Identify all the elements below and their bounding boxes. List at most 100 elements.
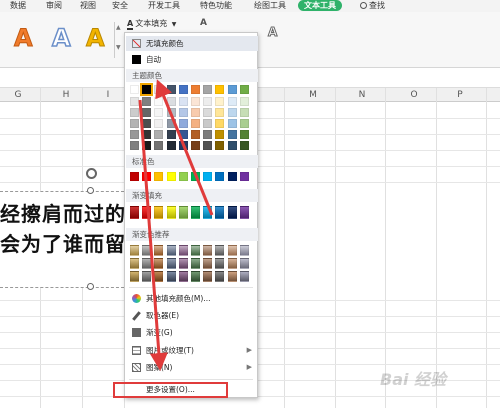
gradient-fill-swatch[interactable] [191, 206, 200, 219]
theme-color-swatch[interactable] [215, 108, 225, 117]
theme-color-swatch[interactable] [191, 85, 200, 94]
theme-color-swatch[interactable] [130, 97, 139, 106]
theme-color-swatch[interactable] [239, 85, 249, 94]
theme-color-swatch[interactable] [203, 141, 213, 150]
theme-color-swatch[interactable] [227, 130, 237, 139]
picture-texture-option[interactable]: 图片或纹理(T) ▶ [126, 343, 258, 358]
gradient-recommend-swatch[interactable] [154, 258, 164, 269]
column-header-n[interactable]: N [352, 88, 372, 102]
standard-color-swatch[interactable] [130, 172, 139, 181]
gradient-fill-swatch[interactable] [130, 206, 139, 219]
theme-color-swatch[interactable] [215, 97, 225, 106]
theme-color-swatch[interactable] [130, 108, 139, 117]
auto-color-option[interactable]: 自动 [126, 52, 258, 67]
theme-color-swatch[interactable] [239, 130, 249, 139]
gradient-recommend-swatch[interactable] [227, 245, 237, 256]
standard-color-swatch[interactable] [142, 172, 152, 181]
theme-color-swatch[interactable] [130, 130, 139, 139]
theme-color-swatch[interactable] [154, 108, 164, 117]
standard-color-swatch[interactable] [191, 172, 200, 181]
column-header-i[interactable]: I [98, 88, 118, 102]
gradient-option[interactable]: 渐变(G) [126, 325, 258, 340]
theme-color-swatch[interactable] [227, 141, 237, 150]
tab-view[interactable]: 视图 [80, 0, 96, 12]
theme-color-swatch[interactable] [130, 85, 139, 94]
theme-color-swatch[interactable] [203, 97, 213, 106]
standard-color-swatch[interactable] [227, 172, 237, 181]
text-style-orange[interactable]: A [14, 24, 34, 53]
theme-color-swatch[interactable] [166, 130, 176, 139]
theme-color-swatch[interactable] [178, 97, 188, 106]
theme-color-swatch[interactable] [140, 83, 154, 96]
gradient-recommend-swatch[interactable] [166, 245, 176, 256]
gradient-recommend-swatch[interactable] [227, 271, 237, 282]
eyedropper-option[interactable]: 取色器(E) [126, 308, 258, 323]
theme-color-swatch[interactable] [166, 119, 176, 128]
column-header-p[interactable]: P [450, 88, 470, 102]
theme-color-swatch[interactable] [215, 141, 225, 150]
theme-color-swatch[interactable] [154, 97, 164, 106]
gradient-fill-swatch[interactable] [154, 206, 164, 219]
column-header-m[interactable]: M [303, 88, 323, 102]
theme-color-swatch[interactable] [142, 97, 152, 106]
gradient-recommend-swatch[interactable] [178, 245, 188, 256]
theme-color-swatch[interactable] [215, 119, 225, 128]
theme-color-swatch[interactable] [166, 108, 176, 117]
theme-color-swatch[interactable] [239, 108, 249, 117]
gradient-recommend-swatch[interactable] [239, 271, 249, 282]
column-header-g[interactable]: G [8, 88, 28, 102]
tab-review[interactable]: 审阅 [46, 0, 62, 12]
theme-color-swatch[interactable] [203, 85, 213, 94]
tab-data[interactable]: 数据 [10, 0, 26, 12]
text-fill-button[interactable]: A 文本填充 ▼ [127, 17, 176, 31]
standard-color-swatch[interactable] [166, 172, 176, 181]
theme-color-swatch[interactable] [166, 85, 176, 94]
theme-color-swatch[interactable] [142, 130, 152, 139]
gradient-recommend-swatch[interactable] [142, 258, 152, 269]
theme-color-swatch[interactable] [191, 108, 200, 117]
gradient-recommend-swatch[interactable] [142, 271, 152, 282]
theme-color-swatch[interactable] [154, 85, 164, 94]
resize-handle-top[interactable] [87, 187, 94, 194]
theme-color-swatch[interactable] [178, 119, 188, 128]
theme-color-swatch[interactable] [239, 97, 249, 106]
tab-security[interactable]: 安全 [112, 0, 128, 12]
gradient-recommend-swatch[interactable] [227, 258, 237, 269]
gradient-fill-swatch[interactable] [142, 206, 152, 219]
gradient-recommend-swatch[interactable] [203, 245, 213, 256]
standard-color-swatch[interactable] [239, 172, 249, 181]
gradient-recommend-swatch[interactable] [191, 271, 200, 282]
theme-color-swatch[interactable] [130, 141, 139, 150]
gradient-recommend-swatch[interactable] [130, 271, 139, 282]
theme-color-swatch[interactable] [215, 130, 225, 139]
theme-color-swatch[interactable] [203, 108, 213, 117]
gradient-recommend-swatch[interactable] [130, 245, 139, 256]
text-effect-icon[interactable]: A [200, 18, 207, 28]
gradient-fill-swatch[interactable] [239, 206, 249, 219]
no-fill-option[interactable]: 无填充颜色 [126, 36, 258, 51]
text-style-blue-outline[interactable]: A [51, 23, 71, 53]
style-gallery-scroll[interactable]: ▲ ▼ [114, 22, 122, 58]
gradient-recommend-swatch[interactable] [142, 245, 152, 256]
gradient-recommend-swatch[interactable] [166, 258, 176, 269]
theme-color-swatch[interactable] [154, 141, 164, 150]
gradient-recommend-swatch[interactable] [178, 258, 188, 269]
text-outline-icon[interactable]: A [267, 25, 277, 40]
theme-color-swatch[interactable] [142, 141, 152, 150]
rotate-handle[interactable] [86, 168, 97, 179]
theme-color-swatch[interactable] [154, 130, 164, 139]
gradient-fill-swatch[interactable] [215, 206, 225, 219]
theme-color-swatch[interactable] [239, 141, 249, 150]
theme-color-swatch[interactable] [178, 141, 188, 150]
gradient-recommend-swatch[interactable] [154, 271, 164, 282]
theme-color-swatch[interactable] [191, 141, 200, 150]
gradient-recommend-swatch[interactable] [215, 258, 225, 269]
theme-color-swatch[interactable] [191, 130, 200, 139]
text-style-gold[interactable]: A [86, 24, 106, 53]
tab-text-tools[interactable]: 文本工具 [298, 0, 342, 11]
gradient-recommend-swatch[interactable] [178, 271, 188, 282]
gradient-recommend-swatch[interactable] [154, 245, 164, 256]
theme-color-swatch[interactable] [178, 130, 188, 139]
theme-color-swatch[interactable] [227, 119, 237, 128]
gradient-recommend-swatch[interactable] [215, 245, 225, 256]
